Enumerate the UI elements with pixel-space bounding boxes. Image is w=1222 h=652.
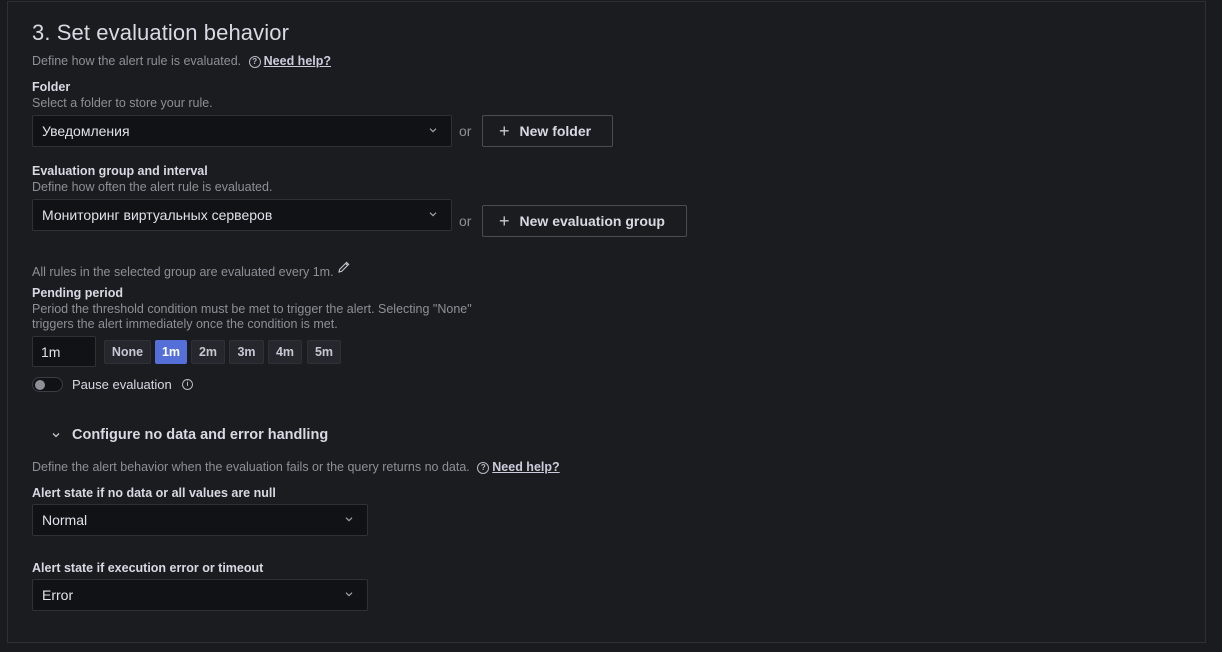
evaluation-group-select-value: Мониторинг виртуальных серверов [42, 207, 273, 223]
pencil-icon[interactable] [337, 260, 351, 274]
no-data-state-value: Normal [42, 512, 88, 528]
chevron-down-icon[interactable] [52, 431, 60, 439]
new-folder-button[interactable]: + New folder [482, 115, 613, 147]
error-state-label: Alert state if execution error or timeou… [32, 561, 264, 575]
or-text: or [459, 123, 472, 139]
help-icon: ? [477, 462, 490, 474]
or-text: or [459, 213, 472, 229]
section-description-row: Define how the alert rule is evaluated. … [32, 54, 331, 68]
section-description: Define how the alert rule is evaluated. [32, 54, 242, 68]
pause-evaluation-label: Pause evaluation [72, 377, 172, 392]
folder-label: Folder [32, 80, 71, 94]
help-icon: ? [248, 56, 261, 68]
interval-note: All rules in the selected group are eval… [32, 265, 334, 279]
pending-period-input-value: 1m [41, 343, 61, 360]
pending-option-3m[interactable]: 3m [229, 340, 264, 364]
no-data-state-select[interactable]: Normal [32, 504, 368, 536]
plus-icon: + [499, 121, 510, 141]
need-help-link[interactable]: Need help? [264, 54, 331, 68]
evaluation-group-select[interactable]: Мониторинг виртуальных серверов [32, 199, 452, 231]
chevron-down-icon [345, 517, 353, 522]
chevron-down-icon [429, 128, 437, 133]
need-help-link[interactable]: Need help? [492, 460, 559, 474]
folder-select[interactable]: Уведомления [32, 115, 452, 147]
pending-option-2m[interactable]: 2m [191, 340, 225, 364]
pending-option-1m[interactable]: 1m [155, 340, 187, 364]
pending-option-5m[interactable]: 5m [307, 340, 341, 364]
pending-option-4m[interactable]: 4m [268, 340, 302, 364]
info-icon[interactable]: i [182, 379, 193, 390]
section-title: 3. Set evaluation behavior [32, 20, 289, 45]
chevron-down-icon [429, 212, 437, 217]
configure-no-data-toggle[interactable]: Configure no data and error handling [72, 427, 328, 443]
pending-period-description-1: Period the threshold condition must be m… [32, 302, 472, 316]
chevron-down-icon [345, 592, 353, 597]
toggle-knob [35, 380, 45, 390]
no-data-description-row: Define the alert behavior when the evalu… [32, 460, 560, 474]
evaluation-group-label: Evaluation group and interval [32, 164, 208, 178]
pending-option-none[interactable]: None [104, 340, 151, 364]
new-evaluation-group-label: New evaluation group [519, 213, 665, 229]
no-data-description: Define the alert behavior when the evalu… [32, 460, 470, 474]
error-state-value: Error [42, 587, 74, 603]
pending-period-input[interactable]: 1m [32, 336, 96, 367]
pause-evaluation-toggle[interactable] [32, 377, 63, 392]
folder-description: Select a folder to store your rule. [32, 96, 213, 110]
new-folder-label: New folder [519, 123, 592, 139]
error-state-select[interactable]: Error [32, 579, 368, 611]
pending-period-description-2: triggers the alert immediately once the … [32, 317, 338, 331]
no-data-state-label: Alert state if no data or all values are… [32, 486, 276, 500]
folder-select-value: Уведомления [42, 123, 130, 139]
evaluation-group-description: Define how often the alert rule is evalu… [32, 180, 273, 194]
plus-icon: + [499, 211, 510, 231]
interval-note-row: All rules in the selected group are eval… [32, 260, 351, 279]
pending-period-label: Pending period [32, 286, 123, 300]
new-evaluation-group-button[interactable]: + New evaluation group [482, 205, 687, 237]
